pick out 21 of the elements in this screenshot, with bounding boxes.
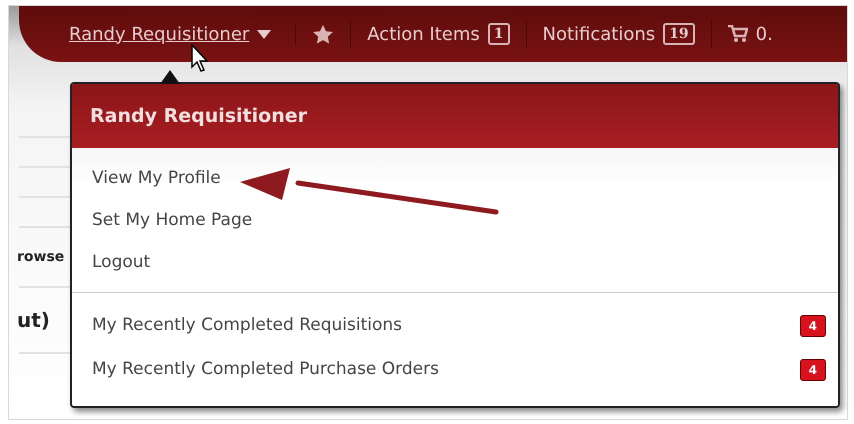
count-badge: 4 — [800, 359, 826, 381]
menu-item[interactable]: My Recently Completed Requisitions — [92, 315, 402, 335]
cursor-icon — [191, 44, 209, 72]
user-menu-link[interactable]: Randy Requisitioner — [69, 24, 296, 44]
nav-link[interactable]: Action Items 1 — [351, 19, 526, 49]
star-icon — [312, 24, 334, 44]
nav-link[interactable]: Notifications 19 — [526, 19, 712, 49]
count-badge: 1 — [488, 23, 510, 45]
count-badge: 19 — [663, 23, 695, 45]
page-text: rowse — [17, 249, 64, 265]
cart-icon — [728, 25, 748, 43]
pointer-tip-icon — [160, 70, 180, 84]
menu-item[interactable]: Set My Home Page — [92, 210, 252, 230]
menu-item[interactable]: Logout — [92, 252, 150, 272]
caret-icon — [257, 30, 272, 38]
count-badge: 4 — [800, 315, 826, 337]
menu-item[interactable]: View My Profile — [92, 168, 221, 188]
page-text: ut) — [17, 308, 50, 332]
cart-link[interactable]: 0. — [712, 19, 789, 49]
menu-item[interactable]: My Recently Completed Purchase Orders — [92, 359, 439, 379]
menu-title: Randy Requisitioner — [90, 105, 307, 127]
